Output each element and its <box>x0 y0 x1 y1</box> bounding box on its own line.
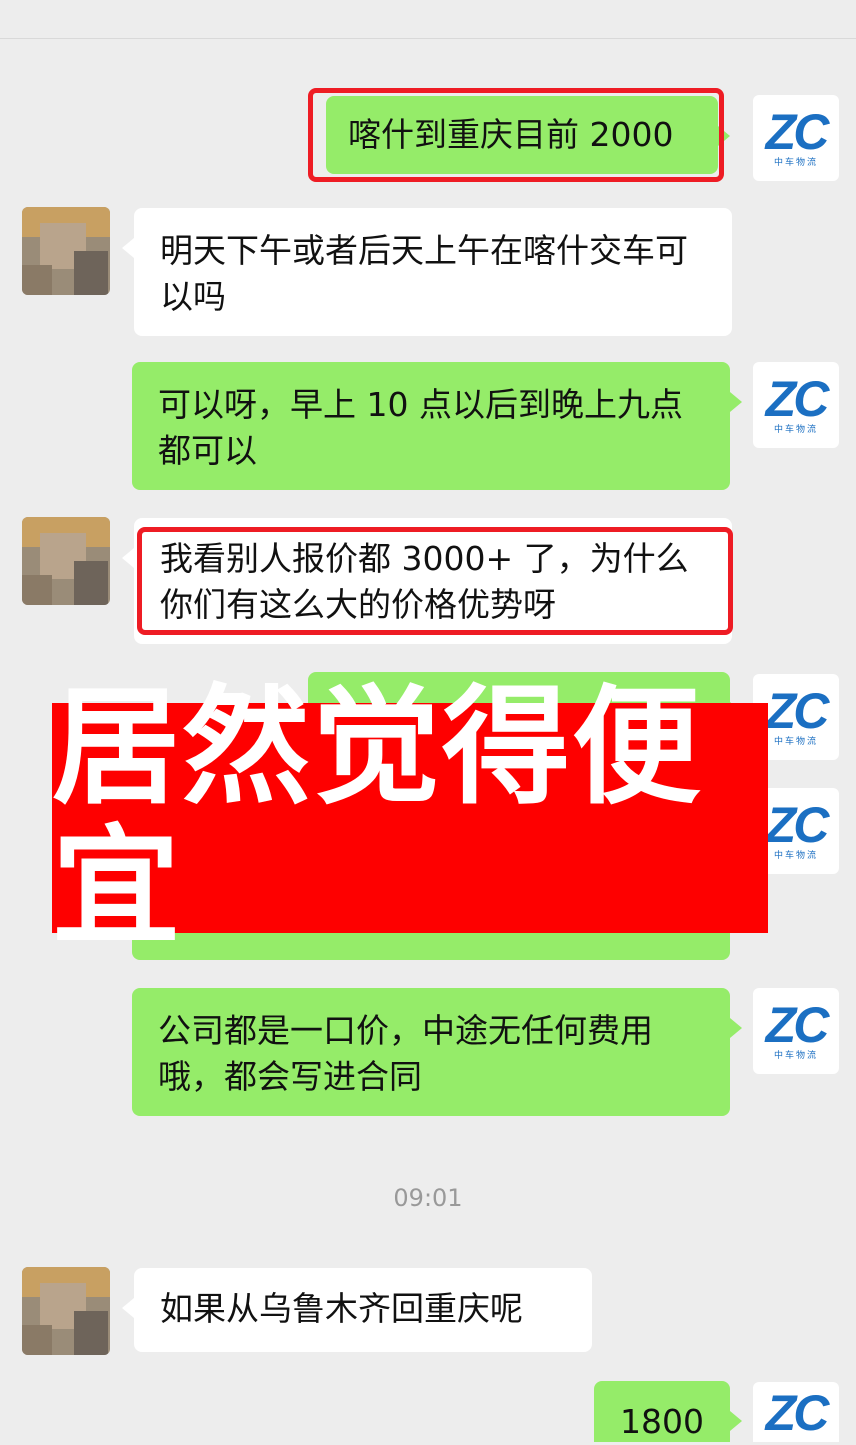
zc-logo: ZC <box>765 1385 830 1441</box>
zc-logo-sub: 中车物流 <box>773 425 818 435</box>
message-text: 明天下午或者后天上午在喀什交车可以吗 <box>160 231 688 316</box>
message-text: 公司都是一口价，中途无任何费用哦，都会写进合同 <box>158 1011 653 1096</box>
highlight-box <box>308 88 724 182</box>
chat-header <box>0 0 856 39</box>
zc-logo-sub: 中车物流 <box>773 1051 818 1061</box>
zc-logo: ZC <box>765 683 830 739</box>
zc-logo: ZC <box>765 104 830 160</box>
zc-logo-sub: 中车物流 <box>773 158 818 168</box>
avatar-zc-icon[interactable]: ZC <box>753 1382 839 1442</box>
message-bubble-incoming[interactable]: 明天下午或者后天上午在喀什交车可以吗 <box>122 208 732 336</box>
message-bubble-outgoing[interactable]: 公司都是一口价，中途无任何费用哦，都会写进合同 <box>132 988 742 1116</box>
avatar-zc-icon[interactable]: ZC 中车物流 <box>753 988 839 1074</box>
overlay-banner: 居然觉得便宜 <box>52 678 768 958</box>
message-text: 如果从乌鲁木齐回重庆呢 <box>160 1289 523 1328</box>
message-bubble-incoming[interactable]: 如果从乌鲁木齐回重庆呢 <box>122 1268 592 1352</box>
contact-avatar[interactable] <box>22 1267 110 1355</box>
zc-logo: ZC <box>765 371 830 427</box>
message-bubble-outgoing[interactable]: 可以呀，早上 10 点以后到晚上九点都可以 <box>132 362 742 490</box>
contact-avatar[interactable] <box>22 517 110 605</box>
message-bubble-outgoing[interactable]: 1800 <box>594 1381 742 1442</box>
avatar-zc-icon[interactable]: ZC 中车物流 <box>753 95 839 181</box>
message-text: 1800 <box>620 1402 704 1441</box>
zc-logo: ZC <box>765 997 830 1053</box>
chat-timestamp: 09:01 <box>393 1184 463 1212</box>
zc-logo-sub: 中车物流 <box>773 851 818 861</box>
avatar-zc-icon[interactable]: ZC 中车物流 <box>753 362 839 448</box>
zc-logo-sub: 中车物流 <box>773 737 818 747</box>
banner-text: 居然觉得便宜 <box>52 673 703 962</box>
highlight-box <box>137 527 733 635</box>
zc-logo: ZC <box>765 797 830 853</box>
message-text: 可以呀，早上 10 点以后到晚上九点都可以 <box>158 385 683 470</box>
contact-avatar[interactable] <box>22 207 110 295</box>
